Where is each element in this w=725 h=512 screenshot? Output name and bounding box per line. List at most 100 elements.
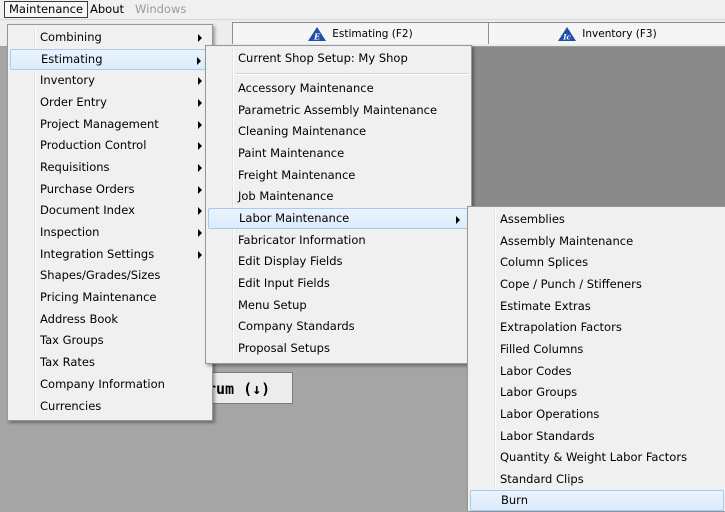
menu-item-label: Combining (40, 30, 102, 44)
menu-item-label: Project Management (40, 117, 159, 131)
menu-item-label: Assemblies (500, 212, 565, 226)
menu-item-label: Proposal Setups (238, 341, 330, 355)
submenu-arrow-icon (198, 142, 202, 150)
menu-item-labor-operations[interactable]: Labor Operations (470, 404, 724, 425)
menu-item-label: Shapes/Grades/Sizes (40, 268, 161, 282)
menu-item-inspection[interactable]: Inspection (10, 222, 210, 243)
menu-item-shapes-grades-sizes[interactable]: Shapes/Grades/Sizes (10, 265, 210, 286)
menu-item-label: Pricing Maintenance (40, 290, 157, 304)
submenu-arrow-icon (198, 34, 202, 42)
menu-item-label: Burn (501, 493, 528, 507)
menu-item-label: Labor Operations (500, 407, 600, 421)
menu-item-integration-settings[interactable]: Integration Settings (10, 244, 210, 265)
menu-item-currencies[interactable]: Currencies (10, 396, 210, 417)
menu-item-label: Purchase Orders (40, 182, 135, 196)
menu-item-labor-standards[interactable]: Labor Standards (470, 426, 724, 447)
menu-bar: Maintenance About Windows (0, 0, 725, 20)
menu-item-accessory-maintenance[interactable]: Accessory Maintenance (208, 78, 469, 99)
menu-item-edit-display-fields[interactable]: Edit Display Fields (208, 251, 469, 272)
menu-item-document-index[interactable]: Document Index (10, 200, 210, 221)
menu-item-labor-maintenance[interactable]: Labor Maintenance (208, 208, 469, 229)
menu-item-label: Job Maintenance (238, 189, 334, 203)
menu-item-parametric-assembly-maintenance[interactable]: Parametric Assembly Maintenance (208, 100, 469, 121)
menu-item-label: Parametric Assembly Maintenance (238, 103, 438, 117)
menu-item-estimate-extras[interactable]: Estimate Extras (470, 296, 724, 317)
submenu-arrow-icon (197, 57, 201, 65)
menu-item-label: Edit Display Fields (238, 254, 343, 268)
menu-item-label: Order Entry (40, 95, 107, 109)
menu-item-purchase-orders[interactable]: Purchase Orders (10, 179, 210, 200)
menu-item-quantity-weight-labor-factors[interactable]: Quantity & Weight Labor Factors (470, 447, 724, 468)
menu-item-extrapolation-factors[interactable]: Extrapolation Factors (470, 317, 724, 338)
menu-item-column-splices[interactable]: Column Splices (470, 252, 724, 273)
menu-item-label: Inspection (40, 225, 100, 239)
menu-item-label: Document Index (40, 203, 135, 217)
submenu-arrow-icon (198, 251, 202, 259)
submenu-arrow-icon (198, 121, 202, 129)
menu-item-label: Production Control (40, 138, 147, 152)
maintenance-menu: Combining Estimating Inventory Order Ent… (7, 24, 213, 421)
menu-item-label: Cleaning Maintenance (238, 124, 367, 138)
menu-item-order-entry[interactable]: Order Entry (10, 92, 210, 113)
menu-windows[interactable]: Windows (131, 2, 190, 17)
menu-item-label: Freight Maintenance (238, 168, 356, 182)
menu-item-current-shop-setup[interactable]: Current Shop Setup: My Shop (208, 48, 469, 69)
tab-inventory-label: Inventory (F3) (582, 27, 657, 40)
menu-item-label: Company Standards (238, 319, 355, 333)
menu-item-label: Paint Maintenance (238, 146, 345, 160)
menu-item-paint-maintenance[interactable]: Paint Maintenance (208, 143, 469, 164)
menu-item-inventory[interactable]: Inventory (10, 70, 210, 91)
menu-item-fabricator-information[interactable]: Fabricator Information (208, 230, 469, 251)
menu-item-edit-input-fields[interactable]: Edit Input Fields (208, 273, 469, 294)
menu-item-label: Company Information (40, 377, 165, 391)
menu-item-menu-setup[interactable]: Menu Setup (208, 295, 469, 316)
menu-item-labor-groups[interactable]: Labor Groups (470, 382, 724, 403)
menu-item-project-management[interactable]: Project Management (10, 114, 210, 135)
menu-item-job-maintenance[interactable]: Job Maintenance (208, 186, 469, 207)
menu-item-pricing-maintenance[interactable]: Pricing Maintenance (10, 287, 210, 308)
menu-item-label: Estimating (41, 52, 103, 66)
menu-item-cleaning-maintenance[interactable]: Cleaning Maintenance (208, 121, 469, 142)
menu-item-address-book[interactable]: Address Book (10, 309, 210, 330)
menu-item-cope-punch-stiffeners[interactable]: Cope / Punch / Stiffeners (470, 274, 724, 295)
submenu-arrow-icon (198, 164, 202, 172)
menu-item-label: Filled Columns (500, 342, 584, 356)
menu-item-label: Address Book (40, 312, 119, 326)
forum-button[interactable]: rum (↓) (203, 372, 293, 404)
menu-item-estimating[interactable]: Estimating (10, 49, 210, 70)
tab-inventory[interactable]: Ic Inventory (F3) (488, 22, 725, 44)
workspace-panel (465, 47, 725, 207)
menu-item-burn[interactable]: Burn (470, 490, 724, 511)
menu-item-label: Labor Maintenance (239, 211, 350, 225)
menu-item-proposal-setups[interactable]: Proposal Setups (208, 338, 469, 359)
menu-item-company-standards[interactable]: Company Standards (208, 316, 469, 337)
submenu-arrow-icon (198, 77, 202, 85)
tab-estimating[interactable]: E Estimating (F2) (232, 22, 489, 44)
menu-item-filled-columns[interactable]: Filled Columns (470, 339, 724, 360)
menu-item-label: Fabricator Information (238, 233, 366, 247)
menu-item-assemblies[interactable]: Assemblies (470, 209, 724, 230)
menu-item-assembly-maintenance[interactable]: Assembly Maintenance (470, 231, 724, 252)
menu-item-tax-groups[interactable]: Tax Groups (10, 330, 210, 351)
svg-text:E: E (313, 31, 321, 41)
menu-item-label: Labor Codes (500, 364, 572, 378)
estimating-icon: E (308, 26, 327, 41)
menu-maintenance[interactable]: Maintenance (4, 1, 89, 18)
menu-about[interactable]: About (86, 2, 128, 17)
menu-item-label: Tax Groups (40, 333, 104, 347)
menu-item-label: Current Shop Setup: My Shop (238, 51, 408, 65)
menu-item-company-information[interactable]: Company Information (10, 374, 210, 395)
menu-item-label: Menu Setup (238, 298, 307, 312)
menu-item-freight-maintenance[interactable]: Freight Maintenance (208, 165, 469, 186)
menu-item-standard-clips[interactable]: Standard Clips (470, 469, 724, 490)
menu-item-labor-codes[interactable]: Labor Codes (470, 361, 724, 382)
menu-item-combining[interactable]: Combining (10, 27, 210, 48)
submenu-arrow-icon (198, 186, 202, 194)
menu-item-tax-rates[interactable]: Tax Rates (10, 352, 210, 373)
menu-item-production-control[interactable]: Production Control (10, 135, 210, 156)
menu-item-label: Requisitions (40, 160, 110, 174)
menu-item-requisitions[interactable]: Requisitions (10, 157, 210, 178)
menu-item-label: Standard Clips (500, 472, 584, 486)
tab-estimating-label: Estimating (F2) (332, 27, 413, 40)
menu-item-label: Extrapolation Factors (500, 320, 622, 334)
